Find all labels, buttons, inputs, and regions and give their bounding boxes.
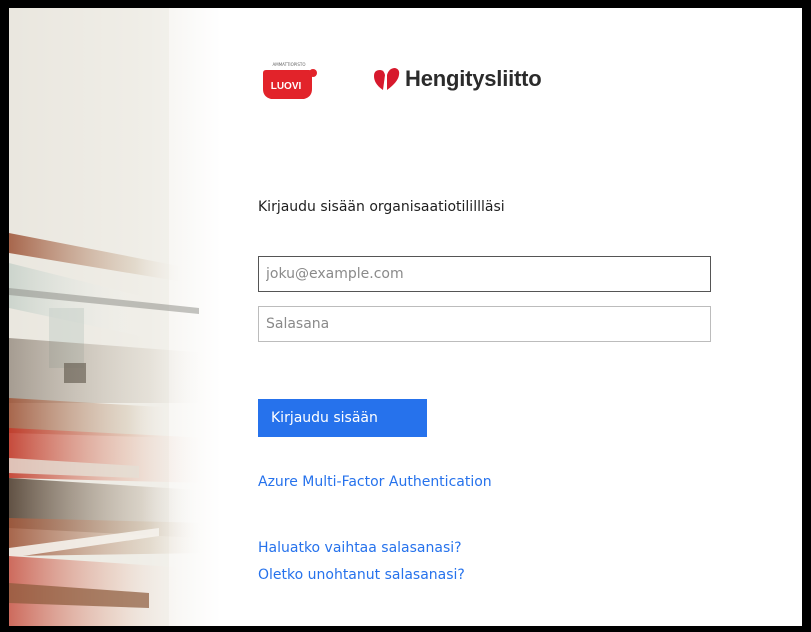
luovi-logo: AMMATTIOPISTO LUOVI — [259, 59, 319, 105]
mfa-link[interactable]: Azure Multi-Factor Authentication — [258, 474, 492, 490]
hengitysliitto-logo-text: Hengitysliitto — [405, 66, 542, 91]
luovi-small-text: AMMATTIOPISTO — [273, 62, 306, 67]
luovi-logo-text: LUOVI — [271, 81, 302, 92]
email-input[interactable] — [258, 256, 711, 292]
signin-button[interactable]: Kirjaudu sisään — [258, 399, 427, 437]
change-password-link[interactable]: Haluatko vaihtaa salasanasi? — [258, 540, 462, 556]
background-illustration — [9, 8, 221, 626]
login-panel: AMMATTIOPISTO LUOVI Hengitysliitto Kirja… — [221, 8, 802, 626]
signin-heading: Kirjaudu sisään organisaatiotilillläsi — [258, 199, 505, 215]
password-input[interactable] — [258, 306, 711, 342]
hengitysliitto-logo: Hengitysliitto — [371, 64, 542, 94]
forgot-password-link[interactable]: Oletko unohtanut salasanasi? — [258, 567, 465, 583]
hengitysliitto-heart-icon — [374, 68, 400, 90]
